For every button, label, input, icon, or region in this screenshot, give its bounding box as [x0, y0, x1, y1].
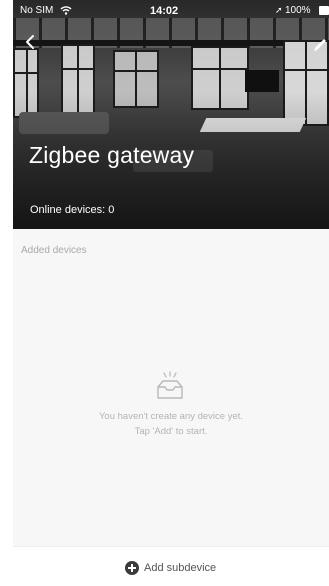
- added-devices-heading: Added devices: [21, 245, 87, 256]
- bottom-bar: Add subdevice: [13, 546, 329, 586]
- chevron-left-icon[interactable]: [23, 34, 39, 50]
- add-subdevice-button[interactable]: Add subdevice: [125, 560, 216, 576]
- online-devices-label: Online devices:: [30, 204, 106, 216]
- online-devices: Online devices: 0: [30, 204, 114, 216]
- battery-percent: 100%: [285, 5, 311, 16]
- empty-state-message: You haven't create any device yet.: [98, 411, 244, 422]
- plus-circle-icon: [125, 561, 139, 575]
- empty-inbox-icon: [157, 371, 183, 399]
- gateway-cover-image: [13, 0, 329, 229]
- pencil-icon[interactable]: [311, 34, 329, 52]
- battery-icon: [319, 6, 329, 15]
- page-title: Zigbee gateway: [29, 142, 195, 168]
- status-bar: No SIM 14:02 ➚ 100%: [13, 0, 329, 22]
- empty-state-hint: Tap 'Add' to start.: [134, 426, 208, 437]
- carrier-label: No SIM: [20, 5, 54, 16]
- clock: 14:02: [150, 5, 179, 17]
- online-devices-count: 0: [108, 204, 115, 216]
- location-arrow-icon: ➚: [275, 5, 283, 15]
- add-subdevice-label: Add subdevice: [144, 562, 217, 574]
- app-screen: No SIM 14:02 ➚ 100% Zigbee gateway Onlin…: [13, 0, 329, 586]
- wifi-icon: [60, 6, 72, 15]
